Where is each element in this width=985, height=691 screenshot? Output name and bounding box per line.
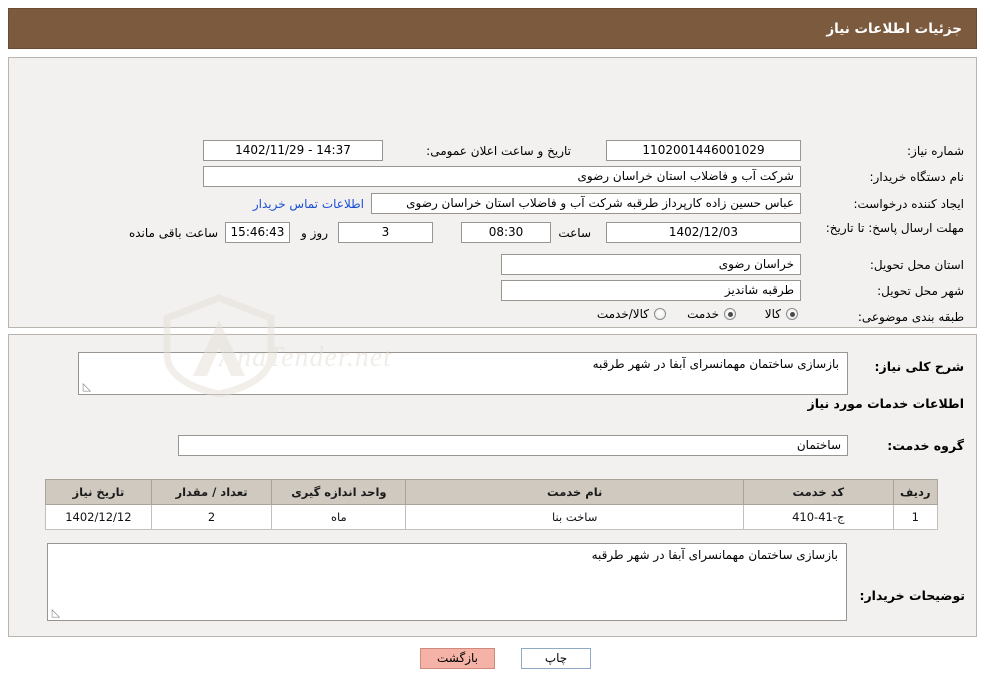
buyer-notes-label: توضیحات خریدار: — [859, 588, 965, 603]
province-value: خراسان رضوی — [501, 254, 801, 275]
th-name: نام خدمت — [405, 479, 744, 505]
general-desc-text: بازسازی ساختمان مهمانسرای آبفا در شهر طر… — [592, 357, 839, 371]
requester-label: ایجاد کننده درخواست: — [853, 197, 964, 211]
category-radio-goods-service-label: کالا/خدمت — [596, 307, 649, 321]
print-button[interactable]: چاپ — [521, 648, 591, 669]
resize-grip-icon-notes[interactable]: ◺ — [50, 607, 62, 619]
remaining-days-value: 3 — [338, 222, 433, 243]
category-label: طبقه بندی موضوعی: — [857, 310, 964, 324]
th-code: کد خدمت — [742, 479, 894, 505]
buyer-notes-value: بازسازی ساختمان مهمانسرای آبفا در شهر طر… — [47, 543, 847, 621]
cell-qty: 2 — [150, 504, 273, 530]
page-header: جزئیات اطلاعات نیاز — [8, 8, 977, 49]
cell-name: ساخت بنا — [405, 504, 744, 530]
service-group-label: گروه خدمت: — [887, 438, 964, 453]
th-row: ردیف — [892, 479, 939, 505]
remaining-time-value: 15:46:43 — [225, 222, 290, 243]
province-label: استان محل تحویل: — [869, 258, 964, 272]
cell-row: 1 — [892, 504, 939, 530]
announce-datetime-label: تاریخ و ساعت اعلان عمومی: — [426, 144, 571, 158]
buyer-notes-text: بازسازی ساختمان مهمانسرای آبفا در شهر طر… — [591, 548, 838, 562]
requester-value: عباس حسین زاده کارپرداز طرقبه شرکت آب و … — [371, 193, 801, 214]
category-radio-service-label: خدمت — [687, 307, 719, 321]
buyer-contact-link[interactable]: اطلاعات تماس خریدار — [253, 197, 364, 211]
th-unit: واحد اندازه گیری — [271, 479, 407, 505]
page-root: جزئیات اطلاعات نیاز شماره نیاز: 11020014… — [0, 0, 985, 691]
services-info-title: اطلاعات خدمات مورد نیاز — [807, 396, 965, 411]
remaining-suffix-label: ساعت باقی مانده — [128, 226, 218, 240]
announce-datetime-value: 14:37 - 1402/11/29 — [203, 140, 383, 161]
cell-date: 1402/12/12 — [45, 504, 152, 530]
deadline-hour-value: 08:30 — [461, 222, 551, 243]
back-button[interactable]: بازگشت — [420, 648, 495, 669]
need-number-label: شماره نیاز: — [907, 144, 964, 158]
buyer-org-label: نام دستگاه خریدار: — [869, 170, 965, 184]
category-radio-goods-label: کالا — [764, 307, 781, 321]
city-label: شهر محل تحویل: — [877, 284, 964, 298]
deadline-date-value: 1402/12/03 — [606, 222, 801, 243]
radio-dot-service[interactable] — [724, 308, 736, 320]
general-desc-value: بازسازی ساختمان مهمانسرای آبفا در شهر طر… — [78, 352, 848, 395]
radio-dot-goods[interactable] — [786, 308, 798, 320]
resize-grip-icon[interactable]: ◺ — [81, 381, 93, 393]
general-desc-label: شرح کلی نیاز: — [874, 359, 964, 374]
cell-unit: ماه — [271, 504, 407, 530]
table-header-row: ردیف کد خدمت نام خدمت واحد اندازه گیری ت… — [45, 479, 939, 505]
need-details-panel: شماره نیاز: 1102001446001029 تاریخ و ساع… — [8, 57, 977, 398]
service-group-value: ساختمان — [178, 435, 848, 456]
cell-code: ج-41-410 — [742, 504, 894, 530]
page-title: جزئیات اطلاعات نیاز — [826, 21, 962, 37]
category-radio-service[interactable]: خدمت — [687, 307, 736, 321]
services-table: ردیف کد خدمت نام خدمت واحد اندازه گیری ت… — [45, 479, 939, 530]
category-radio-goods[interactable]: کالا — [765, 307, 798, 321]
need-number-value: 1102001446001029 — [606, 140, 801, 161]
city-value: طرقبه شاندیز — [501, 280, 801, 301]
th-date: تاریخ نیاز — [45, 479, 152, 505]
buyer-org-value: شرکت آب و فاضلاب استان خراسان رضوی — [203, 166, 801, 187]
deadline-label-line1: مهلت ارسال پاسخ: تا تاریخ: — [825, 221, 964, 235]
radio-dot-goods-service[interactable] — [654, 308, 666, 320]
deadline-hour-label: ساعت — [558, 226, 591, 240]
category-radio-goods-service[interactable]: کالا/خدمت — [597, 307, 666, 321]
table-row: 1 ج-41-410 ساخت بنا ماه 2 1402/12/12 — [45, 504, 939, 530]
th-qty: تعداد / مقدار — [150, 479, 273, 505]
remaining-days-label: روز و — [301, 226, 328, 240]
